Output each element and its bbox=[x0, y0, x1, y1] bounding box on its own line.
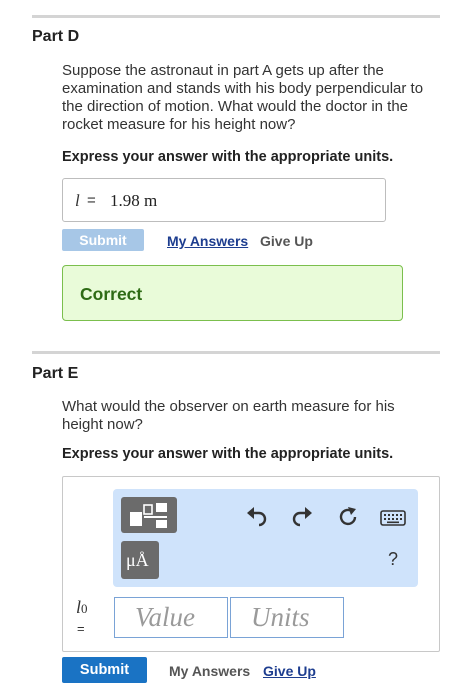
units-button-label: μÅ bbox=[126, 550, 149, 570]
part-e-submit-button[interactable]: Submit bbox=[62, 657, 147, 683]
part-e-variable-equals: = bbox=[77, 621, 85, 636]
redo-icon[interactable] bbox=[291, 506, 313, 533]
units-input[interactable]: Units bbox=[230, 597, 344, 638]
part-d-answer-value: 1.98 m bbox=[110, 191, 158, 210]
part-e-give-up-link[interactable]: Give Up bbox=[263, 663, 316, 679]
part-d-answer-display: l = 1.98 m bbox=[62, 178, 386, 222]
undo-icon[interactable] bbox=[246, 506, 268, 533]
reset-icon[interactable] bbox=[336, 505, 360, 534]
correct-feedback-text: Correct bbox=[80, 284, 143, 304]
part-d-instructions: Express your answer with the appropriate… bbox=[62, 149, 394, 165]
part-d-my-answers-link[interactable]: My Answers bbox=[167, 233, 248, 249]
math-toolbar: μÅ ? bbox=[113, 489, 418, 587]
part-e-divider bbox=[32, 351, 440, 354]
help-button[interactable]: ? bbox=[388, 549, 398, 570]
part-d-divider bbox=[32, 15, 440, 18]
value-input[interactable]: Value bbox=[114, 597, 228, 638]
part-d-title: Part D bbox=[32, 28, 80, 45]
part-d-submit-button[interactable]: Submit bbox=[62, 229, 144, 251]
part-d-answer-equals: = bbox=[87, 192, 96, 209]
part-e-title: Part E bbox=[32, 365, 79, 382]
part-d-answer-variable: l bbox=[75, 191, 80, 210]
part-e-my-answers-link[interactable]: My Answers bbox=[169, 663, 250, 679]
templates-icon bbox=[130, 503, 170, 533]
part-d-give-up-link[interactable]: Give Up bbox=[260, 233, 313, 249]
part-e-instructions: Express your answer with the appropriate… bbox=[62, 446, 394, 462]
units-button[interactable]: μÅ bbox=[121, 541, 159, 579]
part-e-variable-subscript: 0 bbox=[81, 601, 88, 616]
part-e-variable-label: l0 bbox=[76, 597, 88, 618]
part-d-prompt: Suppose the astronaut in part A gets up … bbox=[62, 62, 424, 133]
part-e-prompt: What would the observer on earth measure… bbox=[62, 398, 395, 433]
keyboard-icon[interactable] bbox=[380, 510, 406, 531]
correct-feedback-box: Correct bbox=[62, 265, 403, 321]
templates-button[interactable] bbox=[121, 497, 177, 533]
